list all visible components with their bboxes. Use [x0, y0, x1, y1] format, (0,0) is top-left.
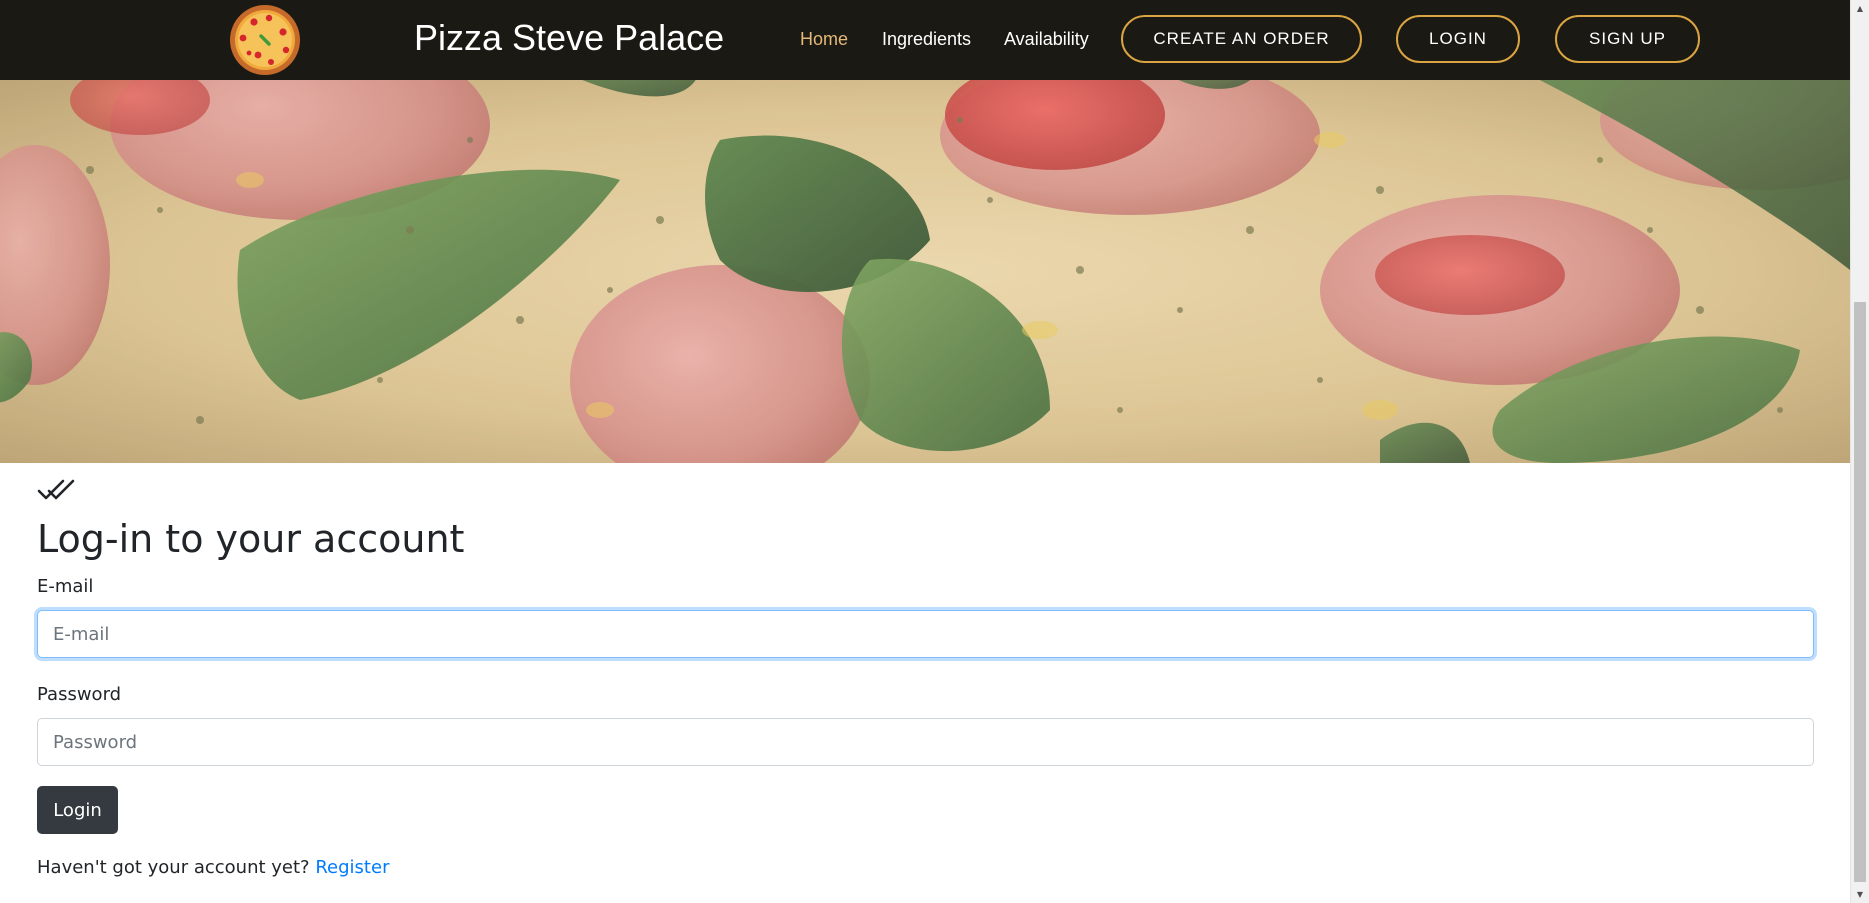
- create-order-button[interactable]: CREATE AN ORDER: [1121, 15, 1362, 63]
- email-label: E-mail: [37, 576, 94, 597]
- register-prompt-line: Haven't got your account yet? Register: [37, 856, 389, 880]
- hero-banner: [0, 80, 1850, 463]
- password-input[interactable]: [37, 718, 1814, 766]
- scrollbar-thumb[interactable]: [1854, 302, 1866, 882]
- register-link[interactable]: Register: [315, 857, 389, 878]
- sign-up-button[interactable]: SIGN UP: [1555, 15, 1700, 63]
- login-submit-button[interactable]: Login: [37, 786, 118, 834]
- register-prompt-text: Haven't got your account yet?: [37, 857, 310, 878]
- brand-name[interactable]: Pizza Steve Palace: [414, 14, 724, 62]
- password-label: Password: [37, 684, 122, 705]
- top-navbar: Pizza Steve Palace Home Ingredients Avai…: [0, 0, 1850, 80]
- page-scrollbar[interactable]: ▲ ▼: [1850, 0, 1869, 903]
- page-title: Log-in to your account: [37, 517, 465, 561]
- pizza-hero-image: [0, 80, 1850, 463]
- pizza-logo-icon[interactable]: [229, 4, 301, 76]
- scroll-up-arrow-icon[interactable]: ▲: [1851, 0, 1869, 17]
- nav-link-ingredients[interactable]: Ingredients: [882, 27, 971, 51]
- scroll-down-arrow-icon[interactable]: ▼: [1851, 886, 1869, 903]
- email-input[interactable]: [37, 610, 1814, 658]
- double-check-icon: [37, 479, 75, 500]
- nav-link-home[interactable]: Home: [800, 27, 848, 51]
- login-nav-button[interactable]: LOGIN: [1396, 15, 1520, 63]
- nav-link-availability[interactable]: Availability: [1004, 27, 1089, 51]
